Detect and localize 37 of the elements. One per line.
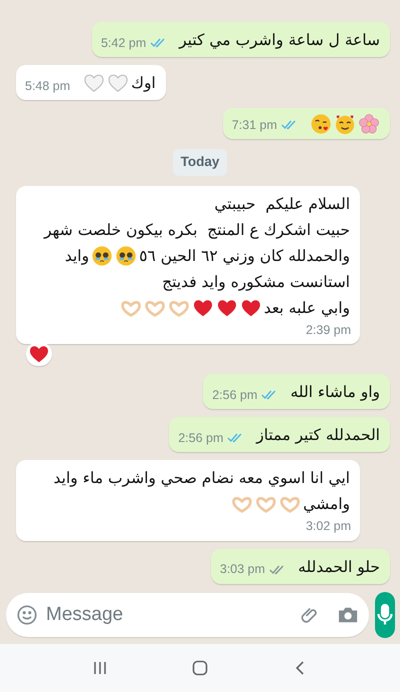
- message-text: استانست مشكوره وايد فديتج: [161, 272, 351, 293]
- recent-apps-icon[interactable]: [92, 660, 108, 676]
- kissing-face-icon: [310, 113, 332, 136]
- message-time: 7:31 pm: [232, 116, 277, 134]
- microphone-icon: [375, 603, 395, 627]
- heart-icon: [83, 72, 106, 94]
- smiling-face-with-hearts-icon: [334, 113, 356, 136]
- message-text: واو ماشاء الله: [289, 382, 381, 404]
- message-text: وايد: [64, 246, 90, 267]
- message-text: حبيت اشكرك ع المنتج بكره بيكون خلصت شهر: [43, 220, 351, 241]
- message-time: 2:56 pm: [178, 430, 224, 447]
- pleading-face-icon: [115, 244, 138, 266]
- home-icon[interactable]: [192, 660, 208, 676]
- microphone-button[interactable]: [375, 592, 395, 638]
- message-text: ايي انا اسوي معه نضام صحي واشرب ماء وايد: [52, 468, 351, 490]
- message-time: 3:02 pm: [306, 518, 351, 536]
- message-text: ساعة ل ساعة واشرب مي كتير: [178, 30, 381, 52]
- message-text: وامشي: [302, 494, 351, 516]
- message-text: والحمدلله كان وزني ٦٢ الحين ٥٦: [138, 246, 351, 267]
- message-time: 5:42 pm: [100, 34, 146, 52]
- message-time: 2:56 pm: [212, 386, 258, 404]
- message-time: 5:48 pm: [25, 78, 70, 95]
- message-text: اوك: [130, 73, 157, 94]
- message-time: 2:39 pm: [306, 322, 351, 339]
- message-text: السلام عليكم حبيبتي: [213, 194, 351, 215]
- date-chip: Today: [172, 149, 228, 176]
- message-text: الحمدلله كتير ممتاز: [255, 425, 381, 446]
- message-time: 3:03 pm: [220, 561, 266, 578]
- pleading-face-icon: [91, 244, 114, 266]
- heart-icon: [107, 72, 130, 94]
- smiley-icon[interactable]: [16, 604, 38, 626]
- blossom-icon: [358, 113, 380, 136]
- reaction-badge[interactable]: [26, 342, 52, 366]
- message-input[interactable]: Message: [6, 593, 369, 637]
- camera-icon[interactable]: [337, 605, 359, 625]
- message-text: حلو الحمدلله: [297, 557, 381, 578]
- message-text: وابي علبه بعد: [262, 298, 351, 319]
